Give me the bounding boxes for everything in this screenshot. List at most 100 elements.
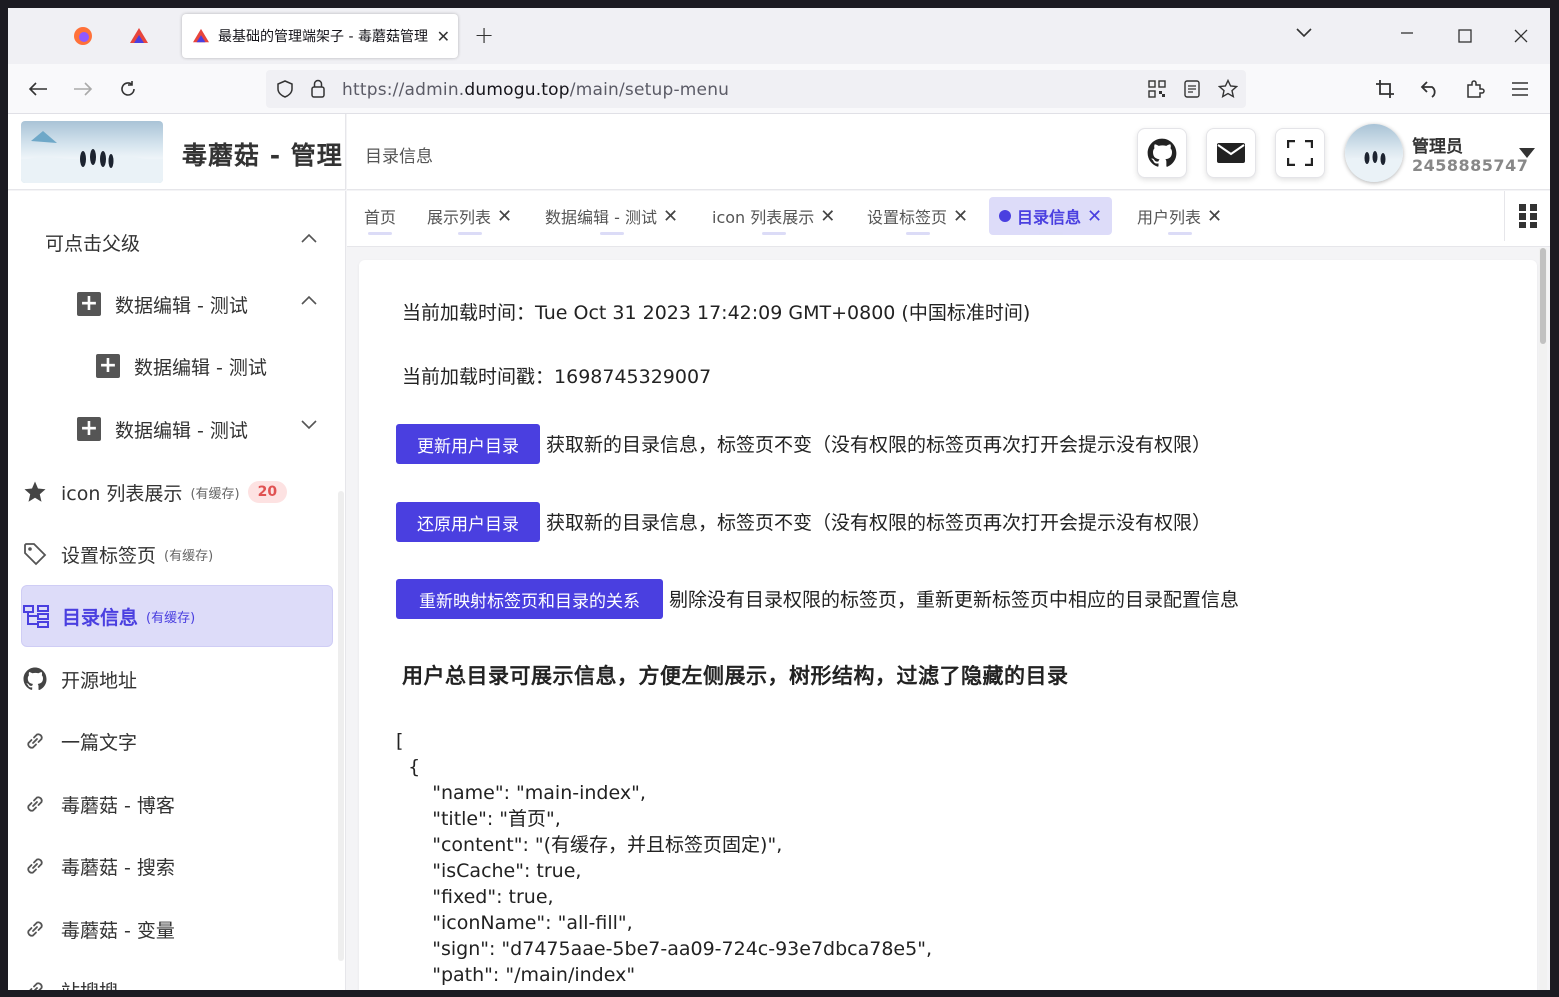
plus-box-icon: + — [96, 354, 120, 378]
remap-tabs-button[interactable]: 重新映射标签页和目录的关系 — [396, 579, 663, 619]
new-tab-button[interactable]: + — [474, 21, 494, 49]
lock-icon[interactable] — [310, 79, 326, 99]
tab-home[interactable]: 首页 — [354, 197, 406, 235]
extensions-icon[interactable] — [1462, 76, 1488, 102]
sidebar: 可点击父级 + 数据编辑 - 测试 + 数据编辑 - 测试 + 数据编辑 - 测… — [8, 191, 346, 990]
dumogu-pinned-tab[interactable] — [119, 18, 159, 54]
sidebar-item-icon-list[interactable]: icon 列表展示 (有缓存) 20 — [21, 461, 333, 523]
bookmark-star-icon[interactable] — [1218, 79, 1238, 99]
timestamp-value: 1698745329007 — [554, 366, 712, 388]
star-icon — [21, 478, 49, 506]
screenshot-crop-icon[interactable] — [1372, 76, 1398, 102]
link-icon — [21, 790, 49, 818]
app-title: 毒蘑菇 - 管理 — [182, 141, 343, 170]
restore-menu-desc: 获取新的目录信息，标签页不变（没有权限的标签页再次打开会提示没有权限） — [546, 512, 1212, 534]
undo-icon[interactable] — [1417, 76, 1443, 102]
minimize-button[interactable] — [1400, 24, 1414, 45]
scrollbar-thumb[interactable] — [1540, 248, 1546, 344]
close-icon[interactable]: ✕ — [663, 206, 678, 227]
github-button[interactable] — [1137, 128, 1187, 178]
close-icon[interactable]: ✕ — [497, 206, 512, 227]
sidebar-item-data-edit[interactable]: + 数据编辑 - 测试 — [77, 273, 333, 335]
sidebar-item-label: 毒蘑菇 - 变量 — [61, 919, 175, 942]
plus-box-icon: + — [77, 417, 101, 441]
firefox-icon — [74, 27, 92, 45]
update-menu-desc: 获取新的目录信息，标签页不变（没有权限的标签页再次打开会提示没有权限） — [546, 434, 1212, 456]
close-icon[interactable]: ✕ — [820, 206, 835, 227]
close-tab-icon[interactable]: ✕ — [437, 27, 450, 46]
plus-box-icon: + — [77, 292, 101, 316]
tab-data-edit[interactable]: 数据编辑 - 测试 ✕ — [535, 197, 688, 235]
sidebar-item-blog[interactable]: 毒蘑菇 - 博客 — [21, 773, 333, 835]
list-all-tabs-icon[interactable] — [1296, 22, 1312, 43]
mail-button[interactable] — [1206, 128, 1256, 178]
avatar[interactable] — [1345, 124, 1403, 182]
close-window-button[interactable] — [1514, 27, 1528, 48]
sidebar-item-tab-settings[interactable]: 设置标签页 (有缓存) — [21, 523, 333, 585]
tab-menu-info[interactable]: 目录信息 ✕ — [989, 197, 1113, 235]
breadcrumb: 目录信息 — [365, 147, 433, 167]
fullscreen-icon — [1287, 140, 1313, 166]
reload-icon[interactable] — [115, 76, 141, 102]
sidebar-item-open-source[interactable]: 开源地址 — [21, 648, 333, 710]
forward-arrow-icon[interactable] — [70, 76, 96, 102]
close-icon[interactable]: ✕ — [1207, 206, 1222, 227]
sidebar-item-label: 数据编辑 - 测试 — [115, 294, 248, 317]
sidebar-item-article[interactable]: 一篇文字 — [21, 710, 333, 772]
sidebar-item-label: 开源地址 — [61, 669, 138, 692]
browser-nav-bar: https://admin.dumogu.top/main/setup-menu — [8, 64, 1550, 114]
update-menu-button[interactable]: 更新用户目录 — [396, 424, 540, 464]
sidebar-item-data-edit-child[interactable]: + 数据编辑 - 测试 — [96, 335, 333, 397]
menu-hamburger-icon[interactable] — [1507, 76, 1533, 102]
tab-menu-button[interactable] — [1504, 191, 1550, 241]
remap-tabs-desc: 剔除没有目录权限的标签页，重新更新标签页中相应的目录配置信息 — [669, 589, 1240, 611]
firefox-pinned-tab[interactable] — [63, 18, 103, 54]
sidebar-item-label: icon 列表展示 — [61, 482, 183, 505]
dumogu-logo-icon — [130, 28, 148, 43]
restore-menu-button[interactable]: 还原用户目录 — [396, 502, 540, 542]
sidebar-item-label: 站搜搜 — [61, 977, 118, 991]
fullscreen-button[interactable] — [1275, 128, 1325, 178]
count-badge: 20 — [247, 481, 288, 503]
link-icon — [21, 852, 49, 880]
shield-icon[interactable] — [276, 80, 294, 98]
sidebar-item-site-search[interactable]: 站搜搜 — [21, 959, 333, 990]
link-icon — [21, 727, 49, 755]
tab-icon-list[interactable]: icon 列表展示 ✕ — [702, 197, 845, 235]
qr-code-icon[interactable] — [1148, 80, 1166, 98]
timestamp-line: 当前加载时间戳：1698745329007 — [402, 362, 711, 389]
url-text: https://admin.dumogu.top/main/setup-menu — [342, 80, 730, 100]
tab-tab-settings[interactable]: 设置标签页 ✕ — [857, 197, 978, 235]
caret-down-icon[interactable] — [1519, 148, 1535, 158]
sidebar-item-label: 可点击父级 — [45, 232, 141, 255]
sidebar-item-data-edit-2[interactable]: + 数据编辑 - 测试 — [77, 398, 333, 460]
close-icon[interactable]: ✕ — [953, 206, 968, 227]
sidebar-item-label: 设置标签页 — [61, 544, 157, 567]
sidebar-item-menu-info[interactable]: 目录信息 (有缓存) — [21, 585, 333, 647]
sidebar-item-parent[interactable]: 可点击父级 — [45, 211, 333, 273]
browser-tab-active[interactable]: 最基础的管理端架子 - 毒蘑菇管理 ✕ — [182, 14, 458, 58]
sidebar-item-label: 毒蘑菇 - 搜索 — [61, 856, 175, 879]
tab-user-list[interactable]: 用户列表 ✕ — [1127, 197, 1232, 235]
chevron-up-icon — [301, 295, 317, 305]
close-icon[interactable]: ✕ — [1087, 206, 1102, 227]
cache-tag: (有缓存) — [146, 610, 196, 626]
sidebar-item-label: 目录信息 — [62, 606, 139, 629]
tree-structure-icon — [22, 602, 50, 630]
tab-display-list[interactable]: 展示列表 ✕ — [417, 197, 522, 235]
logo-image[interactable] — [21, 121, 163, 183]
sidebar-item-variables[interactable]: 毒蘑菇 - 变量 — [21, 898, 333, 960]
load-time-value: Tue Oct 31 2023 17:42:09 GMT+0800 (中国标准时… — [535, 302, 1031, 324]
sidebar-item-label: 一篇文字 — [61, 731, 138, 754]
timestamp-label: 当前加载时间戳： — [402, 366, 555, 388]
address-bar[interactable]: https://admin.dumogu.top/main/setup-menu — [266, 70, 1246, 108]
user-id: 2458885747 — [1412, 156, 1529, 175]
content-scrollbar[interactable] — [1539, 248, 1547, 990]
tag-icon — [21, 540, 49, 568]
maximize-button[interactable] — [1458, 27, 1472, 48]
sidebar-item-search[interactable]: 毒蘑菇 - 搜索 — [21, 835, 333, 897]
reader-view-icon[interactable] — [1184, 80, 1200, 98]
back-arrow-icon[interactable] — [25, 76, 51, 102]
sidebar-scrollbar[interactable] — [338, 491, 344, 961]
mail-icon — [1217, 143, 1245, 163]
